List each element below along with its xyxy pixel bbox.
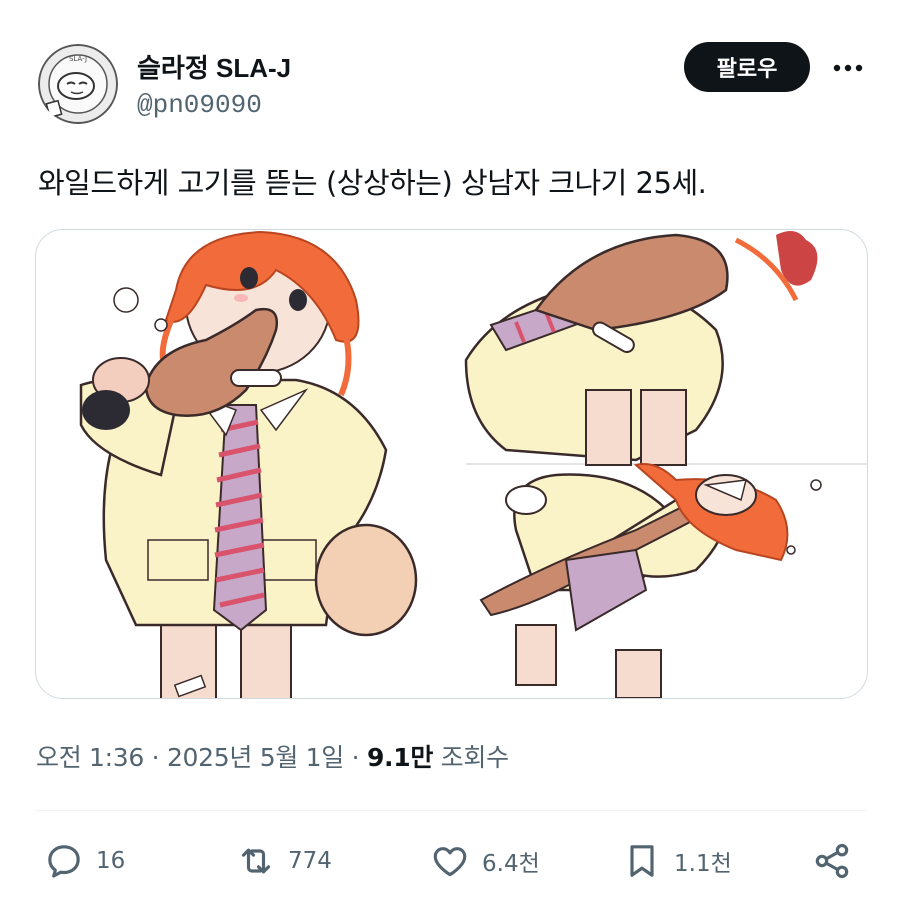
bookmark-icon — [630, 845, 654, 877]
view-count: 9.1만 — [366, 743, 434, 772]
share-icon — [815, 843, 849, 879]
retweet-icon — [241, 848, 271, 874]
tweet-time[interactable]: 오전 1:36 — [36, 743, 144, 772]
author-display-name[interactable]: 슬라정 SLA-J — [137, 48, 291, 85]
reply-icon — [48, 845, 80, 878]
divider — [36, 810, 866, 811]
avatar-logo-icon: SLA-J — [38, 44, 118, 124]
like-count: 6.4천 — [482, 851, 540, 877]
meta-separator: · — [343, 743, 367, 772]
retweet-button[interactable]: 774 — [236, 838, 332, 884]
tweet-meta: 오전 1:36 · 2025년 5월 1일 · 9.1만 조회수 — [36, 738, 509, 774]
bookmark-count: 1.1천 — [674, 851, 732, 877]
like-button[interactable]: 6.4천 — [430, 838, 540, 884]
tweet-media[interactable] — [35, 229, 868, 699]
avatar-seal-text: SLA-J — [69, 55, 87, 63]
more-dots-icon — [833, 64, 863, 72]
reply-button[interactable]: 16 — [44, 838, 125, 884]
view-label: 조회수 — [433, 743, 509, 772]
meta-separator: · — [144, 743, 167, 772]
illustration-image — [36, 230, 867, 698]
author-handle[interactable]: @pn09090 — [137, 90, 262, 120]
share-button[interactable] — [812, 838, 852, 884]
heart-icon — [433, 847, 467, 877]
action-bar: 16 774 6.4천 1.1천 — [36, 838, 866, 888]
follow-button[interactable]: 팔로우 — [684, 42, 810, 92]
author-avatar[interactable]: SLA-J — [38, 44, 118, 124]
more-button[interactable] — [828, 50, 868, 86]
retweet-count: 774 — [288, 848, 332, 874]
tweet-text: 와일드하게 고기를 뜯는 (상상하는) 상남자 크나기 25세. — [38, 166, 707, 200]
reply-count: 16 — [96, 848, 126, 874]
bookmark-button[interactable]: 1.1천 — [622, 838, 732, 884]
tweet-header: SLA-J 슬라정 SLA-J @pn09090 팔로우 — [38, 42, 868, 124]
tweet-date[interactable]: 2025년 5월 1일 — [167, 743, 344, 772]
